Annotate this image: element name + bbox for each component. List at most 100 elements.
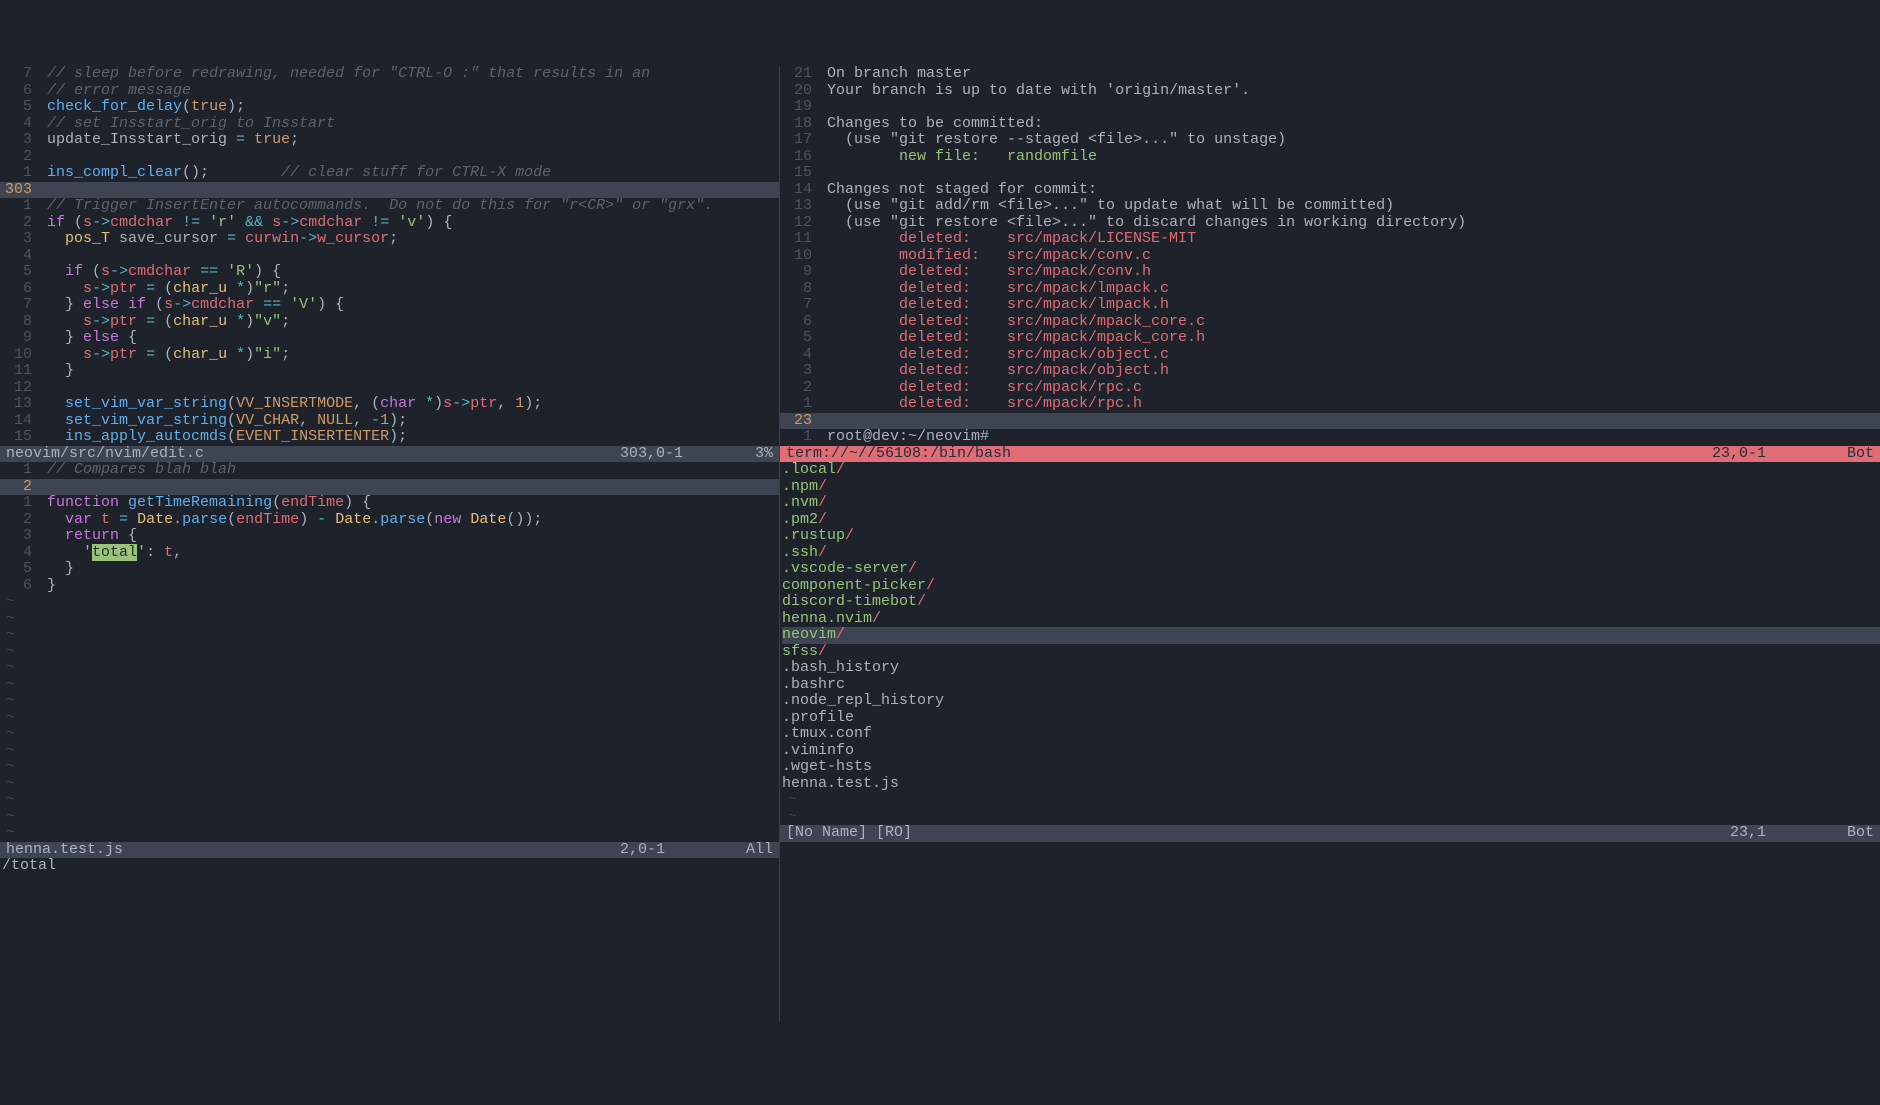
code-line[interactable]: 4 deleted: src/mpack/object.c bbox=[780, 347, 1880, 364]
line-number: 6 bbox=[0, 83, 38, 100]
code-line[interactable]: 1 // Trigger InsertEnter autocommands. D… bbox=[0, 198, 779, 215]
code-line[interactable]: 3 update_Insstart_orig = true; bbox=[0, 132, 779, 149]
code-line[interactable]: 21 On branch master bbox=[780, 66, 1880, 83]
code-line[interactable]: 15 ins_apply_autocmds(EVENT_INSERTENTER)… bbox=[0, 429, 779, 446]
line-number: 19 bbox=[780, 99, 818, 116]
line-number: 7 bbox=[0, 297, 38, 314]
code-line[interactable]: 19 bbox=[780, 99, 1880, 116]
file-entry[interactable]: discord-timebot/ bbox=[782, 594, 1880, 611]
command-line[interactable]: /total bbox=[0, 858, 779, 875]
code-line[interactable]: 1 deleted: src/mpack/rpc.h bbox=[780, 396, 1880, 413]
code-line[interactable]: 6 s->ptr = (char_u *)"r"; bbox=[0, 281, 779, 298]
pane-edit-c[interactable]: 7 // sleep before redrawing, needed for … bbox=[0, 66, 779, 446]
line-number: 20 bbox=[780, 83, 818, 100]
file-entry[interactable]: .bashrc bbox=[782, 677, 1880, 694]
code-line[interactable]: 2 var t = Date.parse(endTime) - Date.par… bbox=[0, 512, 779, 529]
code-line[interactable]: 16 new file: randomfile bbox=[780, 149, 1880, 166]
code-line[interactable]: 5 } bbox=[0, 561, 779, 578]
pane-terminal[interactable]: 21 On branch master20 Your branch is up … bbox=[780, 66, 1880, 446]
code-line[interactable]: 17 (use "git restore --staged <file>..."… bbox=[780, 132, 1880, 149]
statusline-edit-c: neovim/src/nvim/edit.c 303,0-1 3% bbox=[0, 446, 779, 463]
empty-line: ~ bbox=[0, 726, 779, 743]
code-line[interactable]: 20 Your branch is up to date with 'origi… bbox=[780, 83, 1880, 100]
code-line[interactable]: 18 Changes to be committed: bbox=[780, 116, 1880, 133]
code-line[interactable]: 2 if (s->cmdchar != 'r' && s->cmdchar !=… bbox=[0, 215, 779, 232]
empty-line: ~ bbox=[782, 792, 1880, 809]
code-line[interactable]: 4 bbox=[0, 248, 779, 265]
line-number: 5 bbox=[0, 99, 38, 116]
line-number: 11 bbox=[780, 231, 818, 248]
file-entry[interactable]: neovim/ bbox=[782, 627, 1880, 644]
code-line[interactable]: 5 if (s->cmdchar == 'R') { bbox=[0, 264, 779, 281]
code-line[interactable]: 13 set_vim_var_string(VV_INSERTMODE, (ch… bbox=[0, 396, 779, 413]
file-entry[interactable]: .bash_history bbox=[782, 660, 1880, 677]
code-line[interactable]: 6 // error message bbox=[0, 83, 779, 100]
code-line[interactable]: 12 (use "git restore <file>..." to disca… bbox=[780, 215, 1880, 232]
file-entry[interactable]: .tmux.conf bbox=[782, 726, 1880, 743]
code-line[interactable]: 10 modified: src/mpack/conv.c bbox=[780, 248, 1880, 265]
code-line[interactable]: 7 // sleep before redrawing, needed for … bbox=[0, 66, 779, 83]
code-line[interactable]: 4 // set Insstart_orig to Insstart bbox=[0, 116, 779, 133]
code-line[interactable]: 4 'total': t, bbox=[0, 545, 779, 562]
code-line[interactable]: 6 } bbox=[0, 578, 779, 595]
file-entry[interactable]: .npm/ bbox=[782, 479, 1880, 496]
code-line[interactable]: 3 deleted: src/mpack/object.h bbox=[780, 363, 1880, 380]
code-line[interactable]: 10 s->ptr = (char_u *)"i"; bbox=[0, 347, 779, 364]
code-line[interactable]: 9 deleted: src/mpack/conv.h bbox=[780, 264, 1880, 281]
file-entry[interactable]: .rustup/ bbox=[782, 528, 1880, 545]
pane-henna-js[interactable]: 1 // Compares blah blah2 1 function getT… bbox=[0, 462, 779, 842]
file-entry[interactable]: henna.nvim/ bbox=[782, 611, 1880, 628]
code-line[interactable]: 5 check_for_delay(true); bbox=[0, 99, 779, 116]
code-line[interactable]: 15 bbox=[780, 165, 1880, 182]
pane-file-browser[interactable]: .local/.npm/.nvm/.pm2/.rustup/.ssh/.vsco… bbox=[780, 462, 1880, 825]
code-line[interactable]: 11 deleted: src/mpack/LICENSE-MIT bbox=[780, 231, 1880, 248]
file-entry[interactable]: .pm2/ bbox=[782, 512, 1880, 529]
file-entry[interactable]: .local/ bbox=[782, 462, 1880, 479]
editor-root: 7 // sleep before redrawing, needed for … bbox=[0, 66, 1880, 1022]
code-line[interactable]: 7 } else if (s->cmdchar == 'V') { bbox=[0, 297, 779, 314]
line-number: 2 bbox=[0, 512, 38, 529]
file-entry[interactable]: .vscode-server/ bbox=[782, 561, 1880, 578]
code-line[interactable]: 14 Changes not staged for commit: bbox=[780, 182, 1880, 199]
code-line[interactable]: 13 (use "git add/rm <file>..." to update… bbox=[780, 198, 1880, 215]
line-number: 18 bbox=[780, 116, 818, 133]
code-line[interactable]: 7 deleted: src/mpack/lmpack.h bbox=[780, 297, 1880, 314]
file-entry[interactable]: henna.test.js bbox=[782, 776, 1880, 793]
code-line[interactable]: 1 root@dev:~/neovim# bbox=[780, 429, 1880, 446]
code-line[interactable]: 12 bbox=[0, 380, 779, 397]
code-line[interactable]: 2 bbox=[0, 149, 779, 166]
code-line[interactable]: 3 pos_T save_cursor = curwin->w_cursor; bbox=[0, 231, 779, 248]
file-entry[interactable]: .node_repl_history bbox=[782, 693, 1880, 710]
empty-line: ~ bbox=[0, 677, 779, 694]
file-entry[interactable]: .ssh/ bbox=[782, 545, 1880, 562]
code-line[interactable]: 2 deleted: src/mpack/rpc.c bbox=[780, 380, 1880, 397]
file-entry[interactable]: .wget-hsts bbox=[782, 759, 1880, 776]
line-number: 303 bbox=[0, 182, 38, 199]
line-number: 3 bbox=[0, 132, 38, 149]
code-line[interactable]: 6 deleted: src/mpack/mpack_core.c bbox=[780, 314, 1880, 331]
code-line[interactable]: 3 return { bbox=[0, 528, 779, 545]
file-entry[interactable]: component-picker/ bbox=[782, 578, 1880, 595]
status-file: [No Name] [RO] bbox=[786, 825, 912, 842]
file-entry[interactable]: .viminfo bbox=[782, 743, 1880, 760]
code-line[interactable]: 1 ins_compl_clear(); // clear stuff for … bbox=[0, 165, 779, 182]
code-line[interactable]: 8 s->ptr = (char_u *)"v"; bbox=[0, 314, 779, 331]
code-line[interactable]: 2 bbox=[0, 479, 779, 496]
code-line[interactable]: 1 function getTimeRemaining(endTime) { bbox=[0, 495, 779, 512]
status-right: 2,0-1 All bbox=[620, 842, 773, 859]
code-line[interactable]: 9 } else { bbox=[0, 330, 779, 347]
left-column: 7 // sleep before redrawing, needed for … bbox=[0, 66, 780, 1022]
file-entry[interactable]: .profile bbox=[782, 710, 1880, 727]
code-line[interactable]: 14 set_vim_var_string(VV_CHAR, NULL, -1)… bbox=[0, 413, 779, 430]
status-right: 303,0-1 3% bbox=[620, 446, 773, 463]
code-line[interactable]: 1 // Compares blah blah bbox=[0, 462, 779, 479]
code-line[interactable]: 303 bbox=[0, 182, 779, 199]
file-entry[interactable]: sfss/ bbox=[782, 644, 1880, 661]
code-line[interactable]: 23 bbox=[780, 413, 1880, 430]
code-line[interactable]: 11 } bbox=[0, 363, 779, 380]
line-number: 23 bbox=[780, 413, 818, 430]
file-entry[interactable]: .nvm/ bbox=[782, 495, 1880, 512]
line-number: 1 bbox=[780, 429, 818, 446]
code-line[interactable]: 5 deleted: src/mpack/mpack_core.h bbox=[780, 330, 1880, 347]
code-line[interactable]: 8 deleted: src/mpack/lmpack.c bbox=[780, 281, 1880, 298]
